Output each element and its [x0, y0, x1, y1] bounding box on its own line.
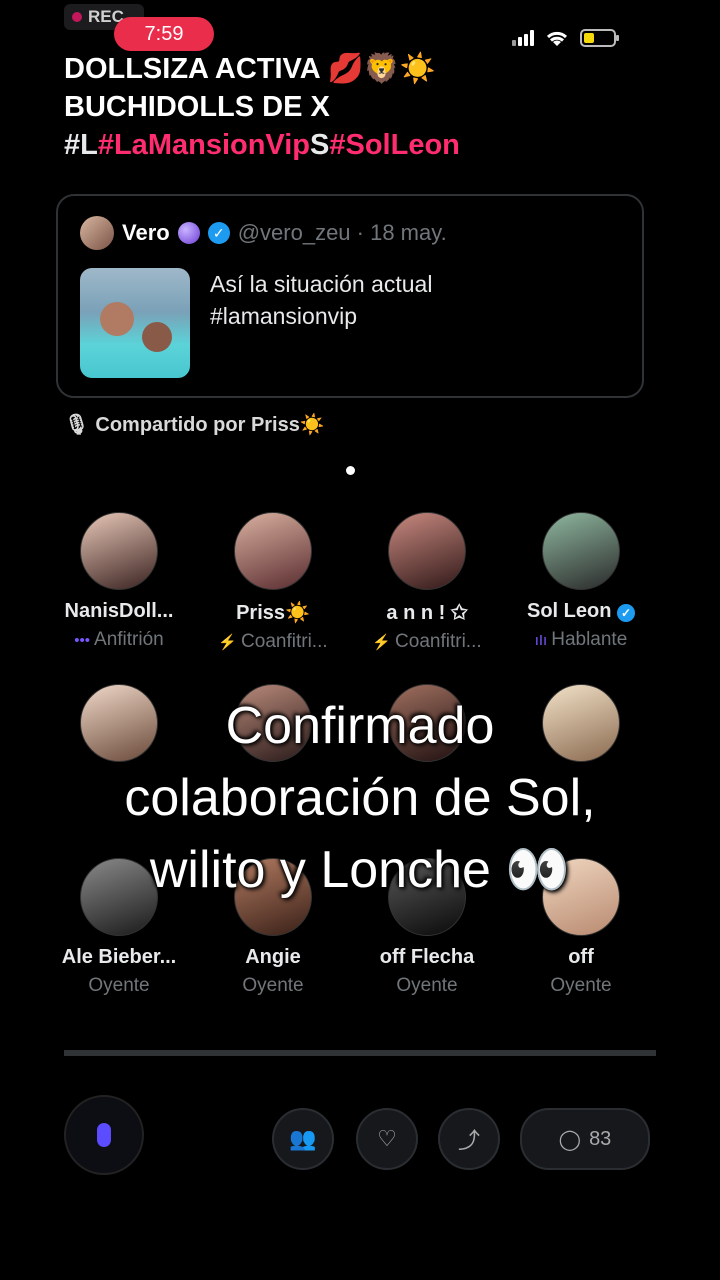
participant-cohost-1[interactable]: Priss☀️ ⚡ Coanfitri...: [198, 512, 348, 653]
comment-count: 83: [589, 1127, 612, 1150]
tweet-media-thumbnail[interactable]: [80, 268, 190, 378]
caption-line-3: wilito y Lonche 👀: [149, 841, 571, 899]
title-line-3-prefix: #L: [64, 129, 98, 161]
share-button[interactable]: ⤴: [438, 1108, 500, 1170]
tweet-hashtag[interactable]: #lamansionvip: [210, 300, 432, 332]
participant-name: off Flecha: [379, 946, 475, 968]
host-icon: •••: [74, 631, 91, 649]
verified-badge-icon: ✓: [207, 222, 230, 244]
hashtag-lamansionvip[interactable]: #LaMansionVip: [98, 129, 310, 161]
tweet-header: Vero ✓ @vero_zeu · 18 may.: [80, 216, 447, 250]
participant-role: ••• Anfitrión: [74, 629, 164, 650]
record-dot-icon: [72, 12, 82, 22]
avatar: [388, 512, 466, 590]
participant-role: Oyente: [242, 975, 304, 996]
participant-name: NanisDoll...: [64, 600, 174, 622]
participant-role: Oyente: [396, 975, 458, 996]
shared-by: 🎙 Compartido por Priss☀️: [64, 412, 325, 437]
shared-by-label: Compartido por Priss☀️: [95, 414, 325, 436]
participant-name: Priss☀️: [236, 602, 310, 624]
microphone-button[interactable]: [64, 1095, 144, 1175]
avatar: [542, 512, 620, 590]
participant-name: off: [568, 946, 594, 968]
author-avatar[interactable]: [80, 216, 114, 250]
speaking-icon: ıIı: [534, 631, 548, 649]
title-line-3-mid: S: [310, 129, 330, 161]
space-title: DOLLSIZA ACTIVA 💋🦁☀️ BUCHIDOLLS DE X #L#…: [64, 50, 656, 164]
participant-name: Ale Bieber...: [61, 946, 177, 968]
participant-role: ⚡ Coanfitri...: [372, 631, 482, 652]
video-caption-overlay: Confirmado colaboración de Sol, wilito y…: [64, 690, 656, 906]
share-link-icon: ⤴: [457, 1128, 480, 1153]
react-button[interactable]: ♡: [356, 1108, 418, 1170]
participant-name: Angie: [245, 946, 301, 968]
comment-icon: ◯: [558, 1128, 582, 1151]
participant-cohost-2[interactable]: a n n ! ✩ ⚡ Coanfitri...: [352, 512, 502, 653]
crystal-ball-icon: [177, 222, 200, 244]
comments-button[interactable]: ◯ 83: [520, 1108, 650, 1170]
hashtag-solleon[interactable]: #SolLeon: [329, 129, 460, 161]
title-line-1: DOLLSIZA ACTIVA 💋🦁☀️: [64, 53, 436, 85]
participant-name: Sol Leon ✓: [506, 600, 656, 623]
avatar: [80, 512, 158, 590]
status-time: 7:59: [114, 17, 214, 51]
title-line-2: BUCHIDOLLS DE X: [64, 91, 330, 123]
caption-line-1: Confirmado: [225, 697, 495, 755]
heart-icon: ♡: [377, 1126, 397, 1151]
participant-name: a n n ! ✩: [386, 602, 468, 624]
people-icon: 👥: [289, 1126, 317, 1151]
bottom-divider: [64, 1050, 656, 1056]
verified-badge-icon: ✓: [617, 604, 635, 622]
microphone-icon: [97, 1123, 111, 1147]
caption-line-2: colaboración de Sol,: [124, 769, 596, 827]
tweet-text: Así la situación actual #lamansionvip: [210, 268, 432, 332]
status-icons: [512, 28, 619, 48]
people-button[interactable]: 👥: [272, 1108, 334, 1170]
avatar: [234, 512, 312, 590]
participant-role: ⚡ Coanfitri...: [218, 631, 328, 652]
participant-speaker-sol-leon[interactable]: Sol Leon ✓ ıIı Hablante: [506, 512, 656, 651]
participant-role: ıIı Hablante: [534, 629, 628, 650]
page-indicator-dot: [346, 466, 355, 475]
title-line-3: #L#LaMansionVipS#SolLeon: [64, 126, 656, 164]
battery-icon: [580, 29, 619, 47]
tweet-author[interactable]: Vero: [122, 220, 170, 246]
cohost-icon: ⚡: [372, 634, 392, 651]
tweet-handle-date: @vero_zeu · 18 may.: [237, 220, 447, 245]
participant-role: Oyente: [88, 975, 150, 996]
wifi-icon: [546, 31, 568, 46]
cohost-icon: ⚡: [218, 634, 238, 651]
signal-icon: [512, 30, 534, 46]
tweet-text-line-1: Así la situación actual: [210, 271, 433, 297]
participant-host[interactable]: NanisDoll... ••• Anfitrión: [44, 512, 194, 651]
shared-tweet-card[interactable]: Vero ✓ @vero_zeu · 18 may. Así la situac…: [56, 194, 644, 398]
participant-role: Oyente: [550, 975, 612, 996]
share-icon: 🎙: [64, 414, 90, 436]
